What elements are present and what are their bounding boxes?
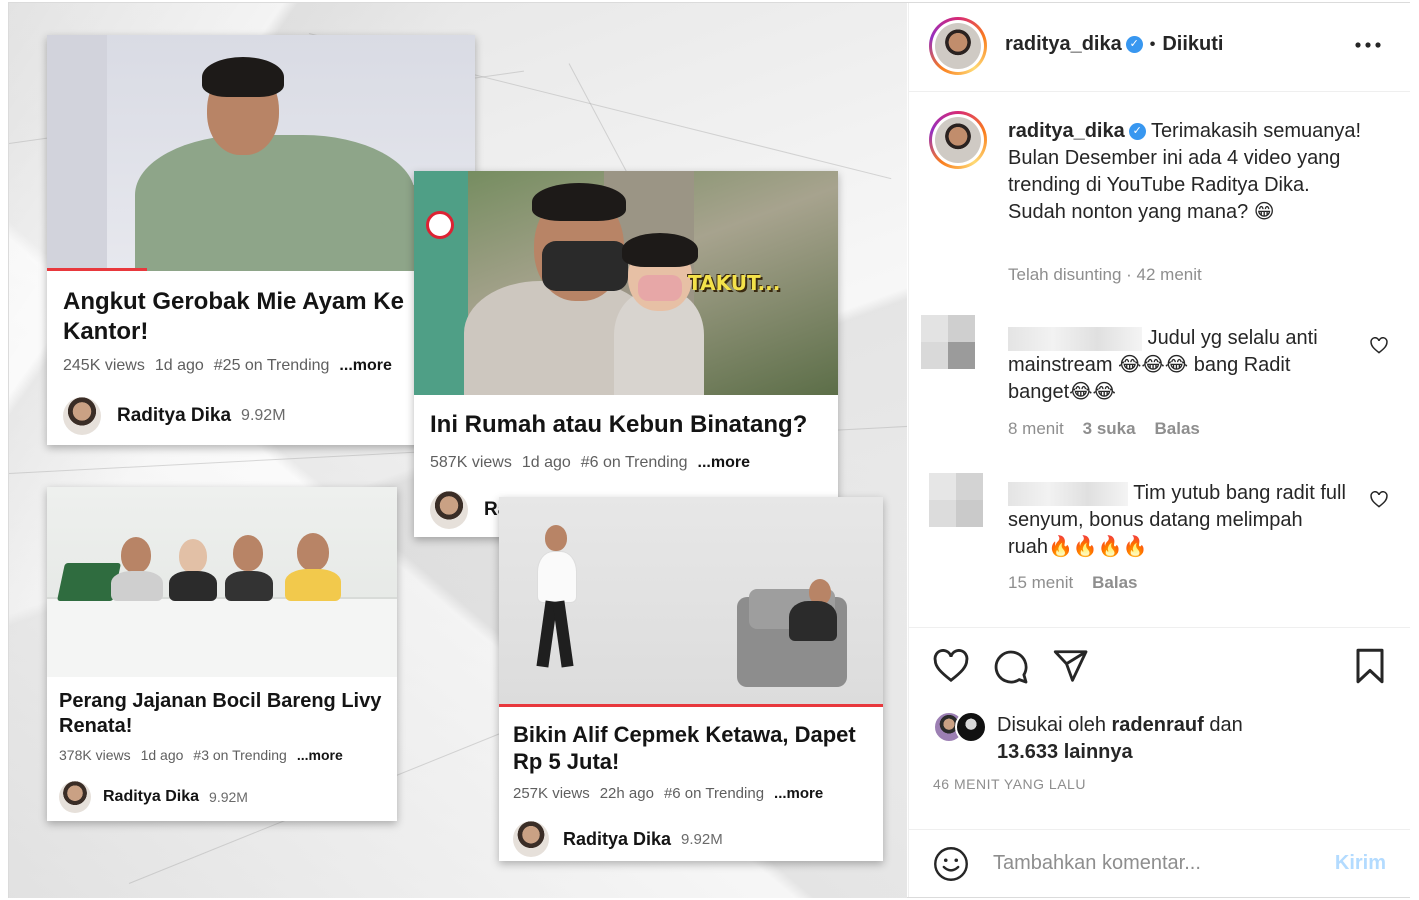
comment: Tim yutub bang radit full senyum, bonus … xyxy=(1008,480,1348,561)
avatar[interactable] xyxy=(935,23,981,69)
blurred-username[interactable] xyxy=(1008,326,1142,351)
liker-username[interactable]: radenrauf xyxy=(1112,714,1204,736)
verified-badge-icon: ✓ xyxy=(1125,36,1143,53)
blurred-username[interactable] xyxy=(1008,481,1128,506)
username-link[interactable]: raditya_dika xyxy=(1005,33,1122,56)
commenter-avatar[interactable] xyxy=(929,473,983,527)
follow-status-button[interactable]: Diikuti xyxy=(1162,33,1223,56)
video-card-1[interactable]: Angkut Gerobak Mie Ayam Ke Kantor! 245K … xyxy=(47,35,475,445)
post-sidebar: raditya_dika ✓ • Diikuti raditya_dika ✓ T… xyxy=(908,3,1410,897)
avatar[interactable] xyxy=(935,117,981,163)
video-thumbnail[interactable] xyxy=(499,497,883,707)
post-comment-button[interactable]: Kirim xyxy=(1335,852,1386,875)
thumbnail-caption: TAKUT... xyxy=(688,271,781,295)
video-meta: 257K views 22h ago #6 on Trending ...more xyxy=(513,785,824,802)
bookmark-icon[interactable] xyxy=(1355,648,1385,689)
liker-avatar[interactable] xyxy=(955,711,987,743)
video-card-3[interactable]: Perang Jajanan Bocil Bareng Livy Renata!… xyxy=(47,487,397,821)
action-bar xyxy=(909,627,1410,628)
reply-button[interactable]: Balas xyxy=(1092,573,1137,592)
channel-avatar xyxy=(63,397,101,435)
video-thumbnail[interactable] xyxy=(47,35,475,271)
share-icon[interactable] xyxy=(1053,649,1089,688)
channel-row: Raditya Dika 9.92M xyxy=(63,397,286,435)
reply-button[interactable]: Balas xyxy=(1155,419,1200,438)
caption: raditya_dika ✓ Terimakasih semuanya! Bula… xyxy=(1008,118,1368,226)
comment-meta: 8 menit 3 suka Balas xyxy=(1008,419,1200,438)
video-title[interactable]: Perang Jajanan Bocil Bareng Livy Renata! xyxy=(59,689,389,739)
comment-meta: 15 menit Balas xyxy=(1008,573,1138,592)
video-title[interactable]: Ini Rumah atau Kebun Binatang? xyxy=(430,411,807,439)
comment-input[interactable]: Tambahkan komentar... xyxy=(993,852,1201,875)
channel-avatar xyxy=(513,821,549,857)
heart-icon[interactable] xyxy=(1370,491,1388,513)
channel-row: Ra xyxy=(430,491,508,529)
video-title[interactable]: Angkut Gerobak Mie Ayam Ke Kantor! xyxy=(63,287,463,347)
separator-dot: • xyxy=(1149,35,1156,53)
channel-avatar xyxy=(59,781,91,813)
more-options-icon[interactable] xyxy=(1355,35,1381,60)
person-hoodie xyxy=(135,135,415,271)
heart-icon[interactable] xyxy=(1370,337,1388,359)
video-title[interactable]: Bikin Alif Cepmek Ketawa, Dapet Rp 5 Jut… xyxy=(513,721,873,775)
heart-icon[interactable] xyxy=(933,649,969,688)
comment-icon[interactable] xyxy=(993,649,1029,690)
channel-row: Raditya Dika 9.92M xyxy=(59,781,248,813)
comment-bar: Tambahkan komentar... Kirim xyxy=(909,829,1410,898)
video-thumbnail[interactable]: TAKUT... xyxy=(414,171,838,395)
caption-username[interactable]: raditya_dika xyxy=(1008,120,1125,142)
caption-meta: Telah disunting · 42 menit xyxy=(1008,265,1202,284)
comment: Judul yg selalu anti mainstream 😂😂😂 bang… xyxy=(1008,325,1338,406)
verified-badge-icon: ✓ xyxy=(1128,123,1146,141)
video-meta: 587K views 1d ago #6 on Trending ...more xyxy=(430,454,750,471)
comment-likes[interactable]: 3 suka xyxy=(1083,419,1136,438)
likes-count[interactable]: 13.633 lainnya xyxy=(997,741,1133,763)
post-header: raditya_dika ✓ • Diikuti xyxy=(909,3,1410,92)
video-card-4[interactable]: Bikin Alif Cepmek Ketawa, Dapet Rp 5 Jut… xyxy=(499,497,883,861)
video-meta: 245K views 1d ago #25 on Trending ...more xyxy=(63,357,392,374)
video-card-2[interactable]: TAKUT... Ini Rumah atau Kebun Binatang? … xyxy=(414,171,838,537)
commenter-avatar[interactable] xyxy=(921,315,975,369)
channel-row: Raditya Dika 9.92M xyxy=(513,821,723,857)
post-image[interactable]: Angkut Gerobak Mie Ayam Ke Kantor! 245K … xyxy=(9,3,907,898)
video-thumbnail[interactable] xyxy=(47,487,397,677)
channel-avatar xyxy=(430,491,468,529)
post-timestamp[interactable]: 46 MENIT YANG LALU xyxy=(933,776,1086,792)
emoji-icon[interactable] xyxy=(933,846,969,887)
likes-summary: Disukai oleh radenrauf dan 13.633 lainny… xyxy=(997,714,1243,763)
video-meta: 378K views 1d ago #3 on Trending ...more xyxy=(59,747,343,763)
